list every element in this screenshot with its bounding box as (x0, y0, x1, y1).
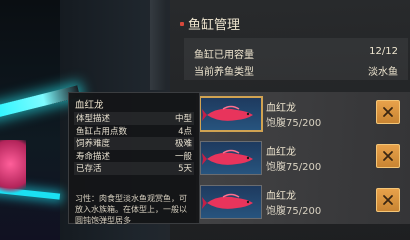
fish-satiety: 饱腹75/200 (266, 118, 322, 129)
coral-decoration (0, 140, 26, 200)
stat-row: 寿命描述 一般 (74, 150, 194, 163)
stat-row: 饲养难度 极难 (74, 137, 194, 150)
panel-title: 鱼缸管理 (188, 18, 241, 33)
panel-header: 鱼缸管理 (180, 14, 240, 33)
fish-thumbnail (200, 185, 262, 219)
fish-thumbnail (200, 141, 262, 175)
tank-summary: 鱼缸已用容量 12/12 当前养鱼类型 淡水鱼 (184, 38, 408, 80)
fish-satiety: 饱腹75/200 (266, 206, 322, 217)
fish-type-value: 淡水鱼 (368, 67, 398, 78)
fish-type-label: 当前养鱼类型 (194, 67, 254, 78)
tooltip-stats: 体型描述 中型 鱼缸占用点数 4点 饲养难度 极难 寿命描述 一般 已存活 5天 (74, 112, 194, 175)
scene-wall (0, 0, 60, 240)
scene-post (150, 0, 166, 90)
close-icon (383, 107, 393, 117)
fish-satiety: 饱腹75/200 (266, 162, 322, 173)
capacity-value: 12/12 (369, 46, 398, 57)
arowana-fish-icon (202, 149, 253, 165)
fish-info-tooltip: 血红龙 体型描述 中型 鱼缸占用点数 4点 饲养难度 极难 寿命描述 一般 已存… (68, 92, 200, 225)
remove-fish-button[interactable] (376, 144, 400, 168)
close-icon (383, 151, 393, 161)
arowana-fish-icon (202, 193, 253, 209)
capacity-row: 鱼缸已用容量 12/12 (194, 46, 398, 61)
stat-row: 已存活 5天 (74, 162, 194, 175)
stat-value: 5天 (178, 164, 192, 175)
close-icon (383, 195, 393, 205)
remove-fish-button[interactable] (376, 100, 400, 124)
stat-key: 已存活 (76, 164, 102, 175)
stat-value: 极难 (174, 139, 192, 150)
capacity-label: 鱼缸已用容量 (194, 50, 254, 61)
remove-fish-button[interactable] (376, 188, 400, 212)
fish-name: 血红龙 (266, 103, 296, 114)
title-dot-icon (180, 21, 184, 26)
stat-key: 寿命描述 (76, 151, 111, 162)
stat-value: 一般 (174, 151, 192, 162)
arowana-fish-icon (202, 105, 253, 121)
stat-key: 体型描述 (76, 114, 111, 125)
fish-thumbnail (200, 97, 262, 131)
stat-key: 饲养难度 (76, 139, 111, 150)
fish-type-row: 当前养鱼类型 淡水鱼 (194, 63, 398, 78)
tooltip-description: 习性：肉食型淡水鱼观赏鱼，可放入水族箱。在体型上，一般以圆钝饱弹型居多 (75, 194, 187, 225)
stat-key: 鱼缸占用点数 (76, 126, 128, 137)
stat-row: 体型描述 中型 (74, 112, 194, 125)
stat-value: 4点 (178, 126, 192, 137)
fish-name: 血红龙 (266, 191, 296, 202)
fish-tank-panel: 鱼缸管理 鱼缸已用容量 12/12 当前养鱼类型 淡水鱼 血红龙 饱腹75/20… (170, 0, 410, 240)
fish-card[interactable]: 血红龙 饱腹75/200 (196, 136, 410, 180)
fish-name: 血红龙 (266, 147, 296, 158)
fish-card[interactable]: 血红龙 饱腹75/200 (196, 180, 410, 224)
stat-value: 中型 (174, 114, 192, 125)
tooltip-title: 血红龙 (75, 100, 104, 111)
fish-card[interactable]: 血红龙 饱腹75/200 (196, 92, 410, 136)
stat-row: 鱼缸占用点数 4点 (74, 125, 194, 138)
